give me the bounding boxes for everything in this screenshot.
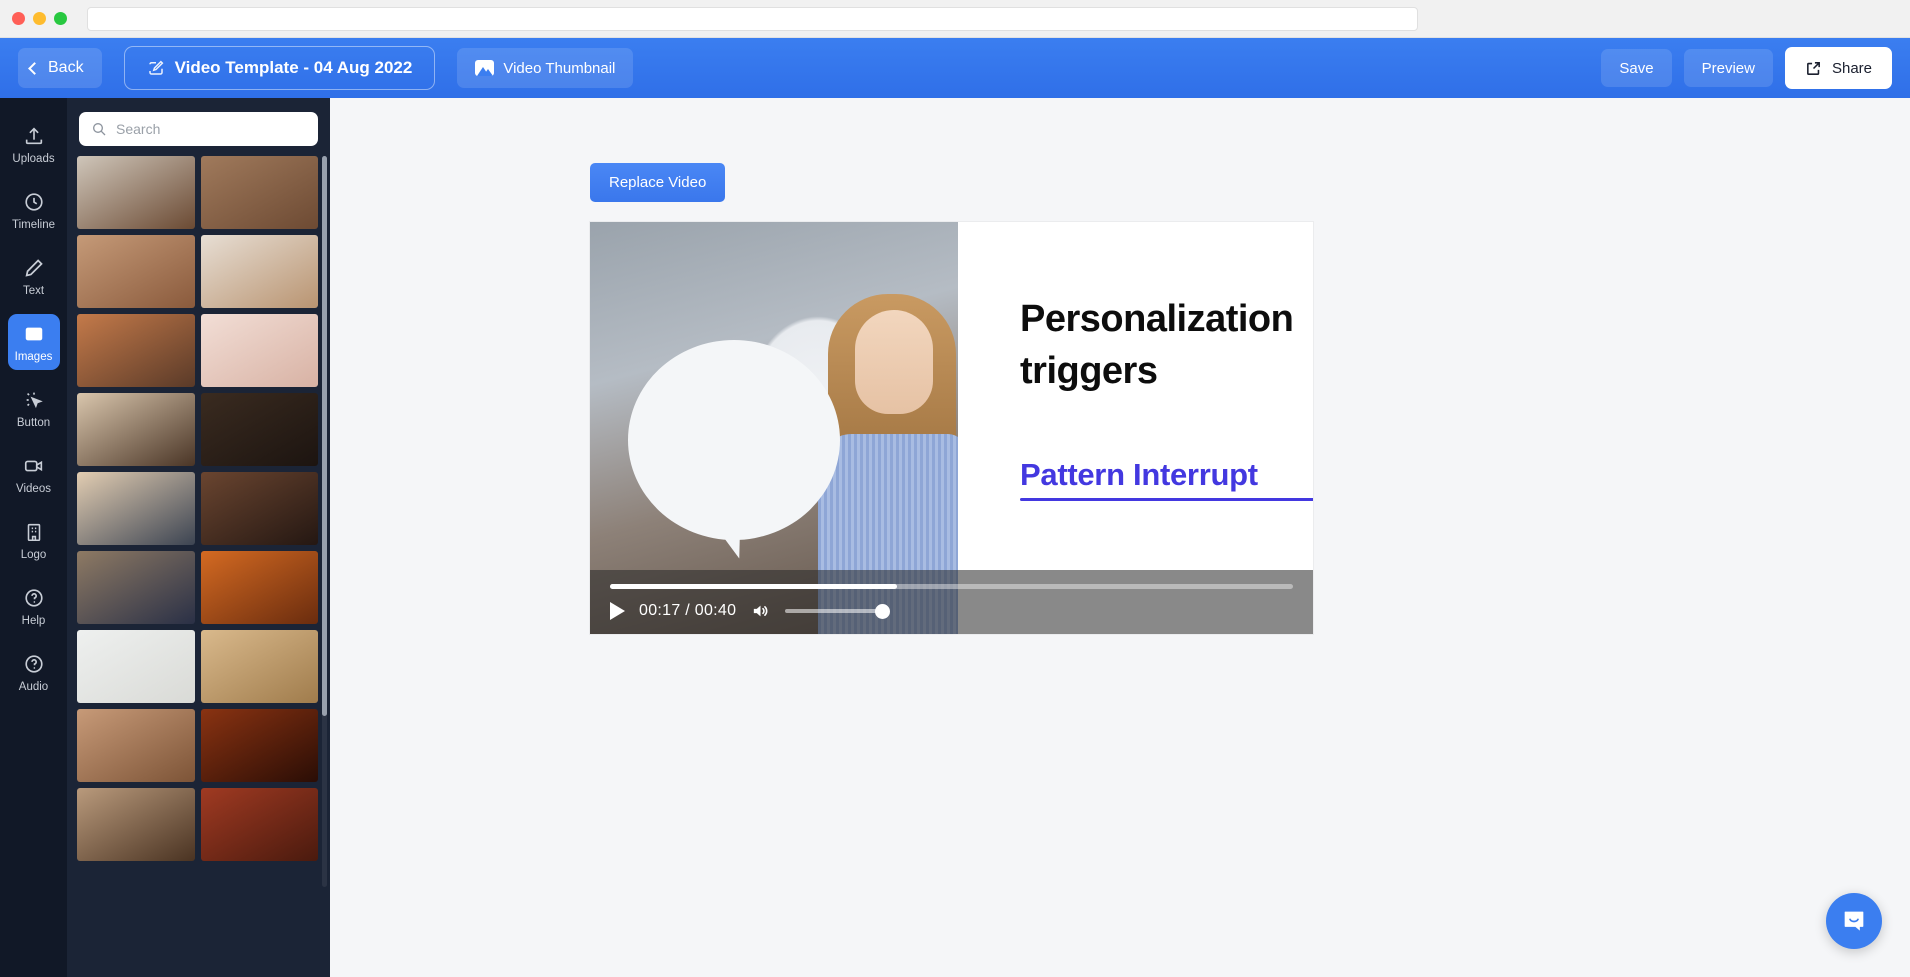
sidebar-item-logo-label: Logo [20, 549, 47, 561]
image-thumbnail[interactable] [77, 393, 195, 466]
image-thumbnail[interactable] [77, 156, 195, 229]
editor-canvas: Replace Video Personalization triggers P… [330, 98, 1910, 977]
sidebar-item-uploads[interactable]: Uploads [8, 116, 60, 172]
sidebar-item-audio[interactable]: Audio [8, 644, 60, 700]
upload-icon [25, 127, 42, 145]
window-controls [12, 12, 67, 25]
progress-bar-fill [610, 583, 897, 589]
browser-chrome [0, 0, 1910, 38]
minimize-window-button[interactable] [33, 12, 46, 25]
sidebar-item-text-label: Text [22, 285, 45, 297]
sidebar-item-uploads-label: Uploads [12, 153, 55, 165]
save-button-label: Save [1619, 59, 1654, 77]
image-thumbnail[interactable] [200, 709, 318, 782]
sidebar-item-images[interactable]: Images [7, 314, 60, 370]
external-link-icon [1807, 61, 1820, 75]
address-bar[interactable] [87, 6, 1418, 31]
sidebar-item-button-label: Button [16, 417, 51, 429]
image-thumbnail[interactable] [200, 551, 318, 624]
image-thumbnail[interactable] [77, 551, 195, 624]
image-thumbnail[interactable] [77, 235, 195, 308]
close-window-button[interactable] [12, 12, 25, 25]
play-icon[interactable] [610, 601, 625, 620]
question-circle-icon [24, 655, 43, 673]
sidebar-item-videos[interactable]: Videos [8, 446, 60, 502]
panel-scrollbar-thumb[interactable] [322, 156, 327, 716]
chevron-left-icon [28, 61, 41, 75]
replace-video-button[interactable]: Replace Video [590, 163, 726, 202]
progress-bar-track[interactable] [610, 583, 1293, 589]
left-nav-rail: Uploads Timeline Text Images Button Vide… [0, 98, 67, 977]
sidebar-item-videos-label: Videos [16, 483, 51, 495]
image-thumbnail[interactable] [200, 630, 318, 703]
image-thumbnail[interactable] [200, 472, 318, 545]
search-input[interactable] [116, 121, 306, 137]
sidebar-item-help-label: Help [21, 615, 46, 627]
sidebar-item-audio-label: Audio [18, 681, 49, 693]
sidebar-item-images-label: Images [14, 351, 53, 363]
cursor-click-icon [26, 392, 43, 409]
preview-button[interactable]: Preview [1683, 49, 1773, 87]
toolbar-actions: Save Preview Share [1601, 47, 1892, 89]
sidebar-item-text[interactable]: Text [8, 248, 60, 304]
share-button-label: Share [1831, 59, 1872, 77]
intercom-chat-button[interactable] [1826, 893, 1882, 949]
image-thumbnail[interactable] [200, 788, 318, 861]
image-thumbnail[interactable] [77, 630, 195, 703]
image-icon [25, 327, 42, 341]
chat-bubble-icon [1844, 911, 1864, 931]
image-thumbnail[interactable] [77, 472, 195, 545]
tab-video-thumbnail[interactable]: Video Thumbnail [457, 48, 634, 88]
image-thumbnail[interactable] [77, 314, 195, 387]
speech-bubble [628, 340, 840, 540]
slide-subheading-underline [1020, 498, 1313, 502]
back-button[interactable]: Back [18, 48, 102, 88]
video-camera-icon [24, 460, 42, 472]
tab-video-thumbnail-label: Video Thumbnail [503, 59, 616, 77]
sidebar-item-timeline[interactable]: Timeline [8, 182, 60, 238]
controls-row: 00:17 / 00:40 [610, 601, 1293, 621]
volume-icon[interactable] [750, 601, 771, 621]
sidebar-item-logo[interactable]: Logo [8, 512, 60, 568]
share-button[interactable]: Share [1784, 47, 1892, 89]
app-body: Uploads Timeline Text Images Button Vide… [0, 98, 1910, 977]
image-thumbnail[interactable] [200, 393, 318, 466]
presenter-face [855, 310, 933, 414]
back-button-label: Back [48, 59, 84, 76]
image-icon [475, 60, 495, 76]
pencil-icon [25, 259, 43, 277]
image-thumbnail[interactable] [200, 156, 318, 229]
question-circle-icon [24, 589, 43, 607]
sidebar-item-button[interactable]: Button [8, 380, 60, 436]
image-thumbnail-grid [67, 156, 330, 977]
project-title-text: Video Template - 04 Aug 2022 [174, 58, 413, 77]
clock-icon [24, 193, 43, 211]
slide-heading: Personalization triggers [1020, 298, 1294, 392]
project-title-chip[interactable]: Video Template - 04 Aug 2022 [123, 46, 436, 90]
video-player[interactable]: Personalization triggers Pattern Interru… [590, 222, 1313, 634]
search-box[interactable] [79, 112, 318, 146]
preview-button-label: Preview [1701, 59, 1755, 77]
image-thumbnail[interactable] [77, 788, 195, 861]
sidebar-item-timeline-label: Timeline [11, 219, 56, 231]
replace-video-button-label: Replace Video [609, 174, 707, 191]
video-controls: 00:17 / 00:40 [590, 570, 1313, 634]
assets-panel [67, 98, 330, 977]
app-toolbar: Back Video Template - 04 Aug 2022 Video … [0, 38, 1910, 98]
edit-pencil-icon [148, 60, 164, 75]
image-thumbnail[interactable] [200, 314, 318, 387]
building-icon [27, 523, 40, 542]
image-thumbnail[interactable] [200, 235, 318, 308]
sidebar-item-help[interactable]: Help [8, 578, 60, 634]
image-thumbnail[interactable] [77, 709, 195, 782]
maximize-window-button[interactable] [54, 12, 67, 25]
volume-slider-knob[interactable] [875, 603, 891, 619]
save-button[interactable]: Save [1601, 49, 1672, 87]
volume-slider[interactable] [785, 603, 891, 619]
timecode-label: 00:17 / 00:40 [639, 601, 737, 619]
slide-subheading: Pattern Interrupt [1020, 457, 1258, 493]
search-icon [93, 123, 106, 136]
search-container [67, 98, 330, 156]
